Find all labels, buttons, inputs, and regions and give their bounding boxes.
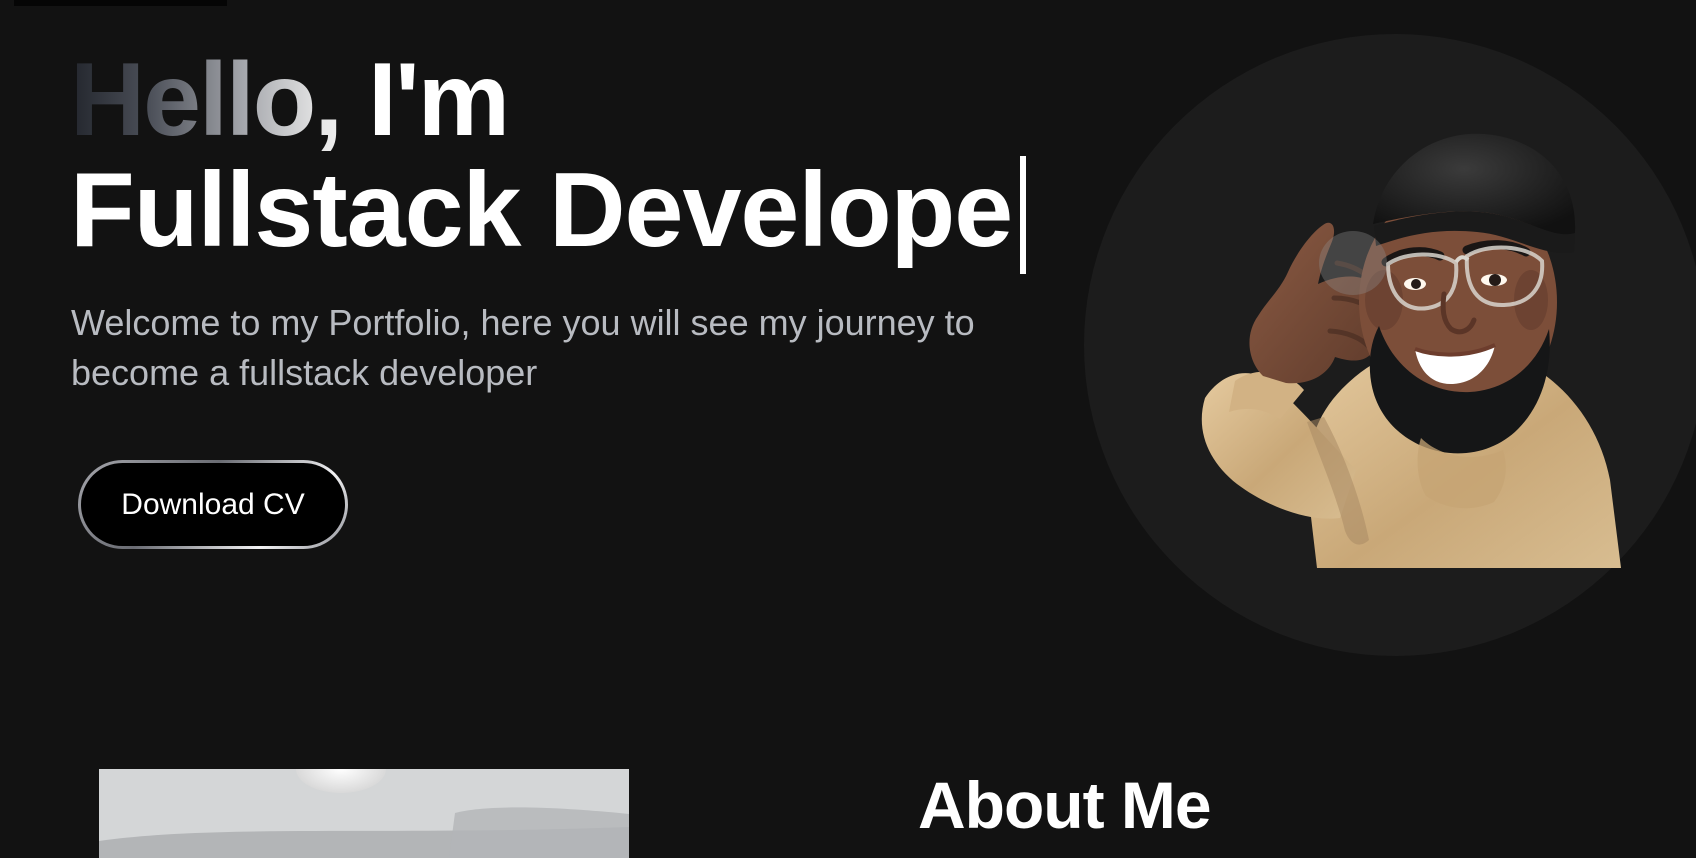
about-me-title: About Me [918,768,1212,842]
hero-section: Hello, I'm Fullstack Develope Welcome to… [70,48,1090,398]
hero-greeting: Hello, I'm [70,48,510,158]
typing-cursor-icon [1020,156,1027,274]
download-cv-label: Download CV [121,487,305,521]
download-cv-button-border: Download CV [78,460,348,549]
typing-role-line: Fullstack Develope [70,156,1090,274]
top-black-bar [14,0,227,6]
portfolio-page: Hello, I'm Fullstack Develope Welcome to… [0,0,1696,858]
photo-light-icon [99,769,629,858]
download-cv-button[interactable]: Download CV [81,463,345,546]
memoji-avatar-icon [1201,133,1621,568]
hero-role-title: Fullstack Develope [70,156,1013,269]
welcome-text: Welcome to my Portfolio, here you will s… [71,302,975,393]
profile-photo-preview [99,769,629,858]
